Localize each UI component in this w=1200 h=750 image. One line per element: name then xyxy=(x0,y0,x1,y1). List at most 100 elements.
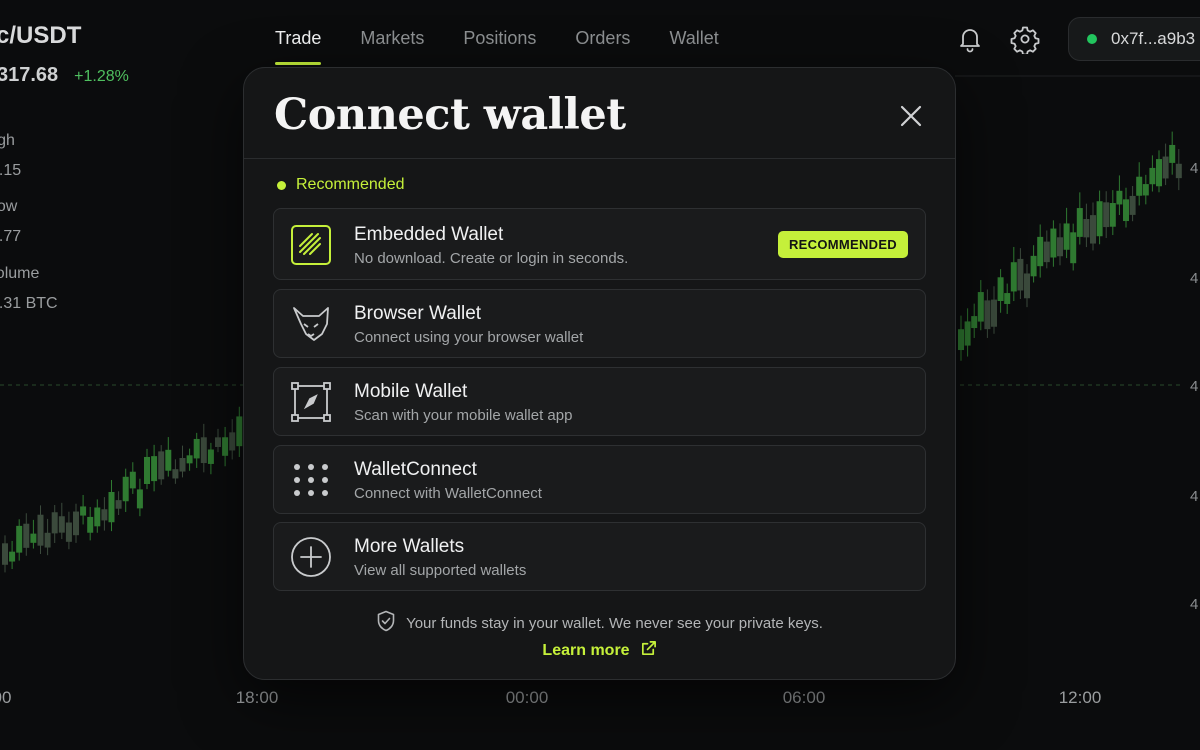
candle xyxy=(958,315,964,361)
wallet-option-browser[interactable]: Browser Wallet Connect using your browse… xyxy=(273,289,926,358)
candle xyxy=(991,286,997,334)
price-axis-label: 4 xyxy=(1190,596,1199,613)
candle xyxy=(1010,246,1017,302)
candle xyxy=(87,506,94,541)
tab-markets[interactable]: Markets xyxy=(360,28,424,65)
candle xyxy=(1076,192,1083,245)
candle xyxy=(207,442,214,475)
wallet-address: 0x7f...a9b3 xyxy=(1111,29,1196,48)
wallet-option-desc: Connect with WalletConnect xyxy=(354,485,542,502)
candle xyxy=(1090,202,1096,251)
candle xyxy=(229,419,236,460)
time-label: 00:00 xyxy=(505,688,549,707)
price-axis-label: 4 xyxy=(1190,488,1199,505)
candle xyxy=(16,519,23,561)
wallet-option-desc: View all supported wallets xyxy=(354,562,527,579)
price-row: 317.68 +1.28% xyxy=(0,64,129,87)
candle xyxy=(1175,149,1182,191)
connect-wallet-modal: Connect wallet Recommended Embedded Wall… xyxy=(243,67,956,680)
wallet-option-desc: Scan with your mobile wallet app xyxy=(354,407,573,424)
time-label: 12:00 xyxy=(1058,688,1102,707)
wallet-option-embedded[interactable]: Embedded Wallet No download. Create or l… xyxy=(273,208,926,280)
stat-low: Low 2.77 xyxy=(0,198,21,246)
stat-label: Volume xyxy=(0,265,40,282)
candle xyxy=(65,511,72,550)
tab-wallet[interactable]: Wallet xyxy=(669,28,718,65)
accent-dot xyxy=(277,180,286,190)
candle xyxy=(1116,175,1123,215)
gear-icon[interactable] xyxy=(1010,24,1040,56)
close-icon[interactable] xyxy=(896,101,926,131)
tab-positions[interactable]: Positions xyxy=(463,28,536,65)
security-note-text: Your funds stay in your wallet. We never… xyxy=(406,615,823,632)
candle xyxy=(129,462,136,494)
candle xyxy=(977,280,984,331)
candle xyxy=(1109,190,1116,236)
candle xyxy=(215,428,221,453)
tab-orders[interactable]: Orders xyxy=(575,28,630,65)
connected-wallet-pill[interactable]: 0x7f...a9b3 xyxy=(1068,17,1200,61)
tab-trade[interactable]: Trade xyxy=(275,28,322,65)
candle xyxy=(1050,220,1057,267)
candle xyxy=(997,269,1004,313)
candle xyxy=(236,406,243,457)
candle xyxy=(101,497,108,531)
candle xyxy=(1024,264,1030,308)
fox-icon xyxy=(290,303,332,345)
section-label-recommended: Recommended xyxy=(277,176,405,194)
candle xyxy=(1129,185,1136,222)
wallet-option-name: More Wallets xyxy=(354,536,465,557)
candle xyxy=(144,448,150,490)
candle xyxy=(1142,174,1149,205)
security-note: Your funds stay in your wallet. We never… xyxy=(244,610,955,637)
wallet-option-desc: No download. Create or login in seconds. xyxy=(354,250,629,267)
candle xyxy=(193,432,200,468)
candle xyxy=(1103,191,1110,239)
time-label: 18:00 xyxy=(235,688,279,707)
section-label-text: Recommended xyxy=(296,176,405,193)
price-change: +1.28% xyxy=(74,68,129,85)
stat-high: High 4.15 xyxy=(0,132,21,180)
shield-check-icon xyxy=(376,610,396,637)
candle xyxy=(172,459,179,484)
learn-more-text: Learn more xyxy=(542,642,630,659)
external-link-icon xyxy=(640,640,657,662)
wallet-option-more[interactable]: More Wallets View all supported wallets xyxy=(273,522,926,591)
candle xyxy=(984,289,991,338)
dots-grid-icon xyxy=(290,459,332,501)
candle xyxy=(186,448,193,471)
embedded-wallet-icon xyxy=(290,224,332,266)
stat-value: 2.31 BTC xyxy=(0,295,58,312)
candle xyxy=(200,423,207,473)
learn-more-link[interactable]: Learn more xyxy=(244,640,955,662)
wallet-option-name: Embedded Wallet xyxy=(354,224,504,245)
stat-label: Low xyxy=(0,198,18,215)
wallet-option-name: WalletConnect xyxy=(354,459,477,480)
candle xyxy=(136,478,143,517)
candle xyxy=(158,445,165,485)
stat-value: 2.77 xyxy=(0,228,22,245)
candle xyxy=(122,468,129,512)
wallet-option-mobile[interactable]: Mobile Wallet Scan with your mobile wall… xyxy=(273,367,926,436)
candle xyxy=(44,518,51,556)
candle xyxy=(2,535,8,573)
stat-value: 4.15 xyxy=(0,162,22,179)
price-axis-label: 4 xyxy=(1190,270,1199,287)
wallet-option-walletconnect[interactable]: WalletConnect Connect with WalletConnect xyxy=(273,445,926,514)
candle xyxy=(1057,223,1063,266)
candle xyxy=(971,303,978,338)
candle xyxy=(1149,155,1156,192)
recommended-badge: RECOMMENDED xyxy=(777,231,908,258)
stat-label: High xyxy=(0,132,15,149)
candle xyxy=(151,444,158,492)
candle xyxy=(1169,131,1176,175)
divider xyxy=(244,158,955,159)
candle xyxy=(1156,150,1162,193)
price-axis-label: 4 xyxy=(1190,378,1199,395)
candle xyxy=(58,502,65,540)
plus-circle-icon xyxy=(290,536,332,578)
candle xyxy=(1070,223,1077,271)
bell-icon[interactable] xyxy=(955,24,985,54)
last-price: 317.68 xyxy=(0,64,59,86)
candle xyxy=(108,480,115,532)
